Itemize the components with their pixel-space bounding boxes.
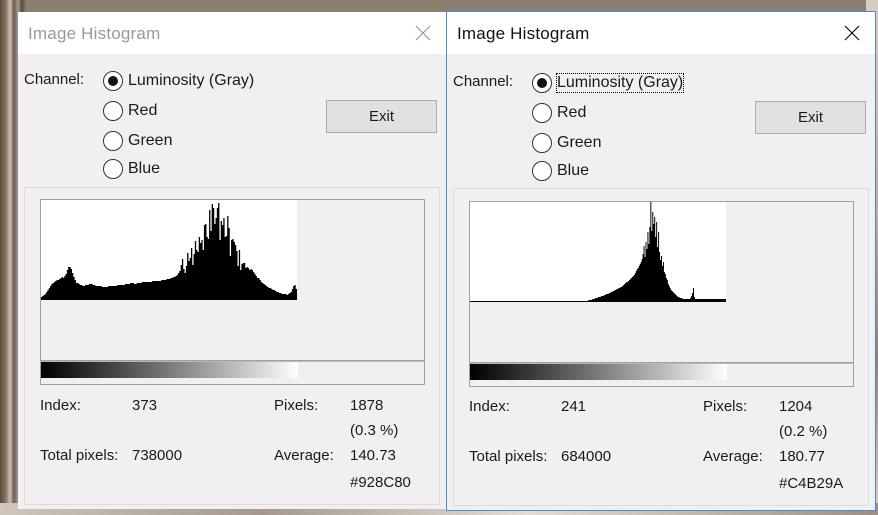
pixels-percent: (0.2 %) [779,423,828,440]
radio-luminosity[interactable]: Luminosity (Gray) [532,72,685,94]
radio-unselected-icon [103,159,123,179]
radio-label: Red [557,104,587,121]
radio-red[interactable]: Red [532,102,586,124]
histogram-svg [41,200,297,300]
exit-button[interactable]: Exit [326,100,437,133]
gradient-fill [41,362,298,378]
histogram-plot-area [470,202,726,302]
pixels-percent: (0.3 %) [350,422,399,439]
total-pixels-label: Total pixels: [469,448,548,465]
index-value: 373 [132,397,158,414]
radio-blue[interactable]: Blue [103,158,160,180]
average-hex: #C4B29A [779,475,844,492]
average-label: Average: [274,447,334,464]
channel-label: Channel: [453,73,514,90]
radio-label: Green [128,132,173,149]
title-bar[interactable]: Image Histogram [18,12,446,54]
total-pixels-label: Total pixels: [40,447,119,464]
exit-button[interactable]: Exit [755,101,866,134]
pixels-label: Pixels: [703,398,748,415]
radio-label: Green [557,134,602,151]
channel-label: Channel: [24,71,85,88]
average-hex: #928C80 [350,474,411,491]
window-title: Image Histogram [28,24,161,43]
pixels-label: Pixels: [274,397,319,414]
radio-blue[interactable]: Blue [532,160,589,182]
radio-label: Luminosity (Gray) [128,72,255,89]
average-label: Average: [703,448,763,465]
total-pixels-value: 738000 [132,447,183,464]
intensity-gradient-bar [469,363,854,387]
average-value: 180.77 [779,448,825,465]
radio-unselected-icon [532,161,552,181]
average-value: 140.73 [350,447,396,464]
close-icon [844,25,860,41]
radio-label: Red [128,102,158,119]
pixels-value: 1878 [350,397,384,414]
radio-green[interactable]: Green [532,132,601,154]
radio-selected-icon [532,73,552,93]
radio-red[interactable]: Red [103,100,157,122]
gradient-fill [470,364,727,380]
radio-selected-icon [103,71,123,91]
index-label: Index: [40,397,81,414]
histogram-plot[interactable] [40,199,425,361]
radio-unselected-icon [532,133,552,153]
radio-label: Blue [128,160,161,177]
title-bar[interactable]: Image Histogram [447,12,875,54]
index-label: Index: [469,398,510,415]
radio-green[interactable]: Green [103,130,172,152]
histogram-window-active[interactable]: Image Histogram Channel: Luminosity (Gra… [446,11,876,511]
radio-luminosity[interactable]: Luminosity (Gray) [103,70,254,92]
close-icon [415,25,431,41]
total-pixels-value: 684000 [561,448,612,465]
index-value: 241 [561,398,587,415]
close-button[interactable] [400,12,446,54]
radio-label: Luminosity (Gray) [555,73,685,93]
histogram-window-inactive[interactable]: Image Histogram Channel: Luminosity (Gra… [18,12,446,509]
intensity-gradient-bar [40,361,425,385]
radio-unselected-icon [103,101,123,121]
histogram-plot[interactable] [469,201,854,363]
radio-label: Blue [557,162,590,179]
radio-unselected-icon [103,131,123,151]
histogram-svg [470,202,726,302]
window-title: Image Histogram [457,24,590,43]
pixels-value: 1204 [779,398,813,415]
close-button[interactable] [829,12,875,54]
radio-unselected-icon [532,103,552,123]
